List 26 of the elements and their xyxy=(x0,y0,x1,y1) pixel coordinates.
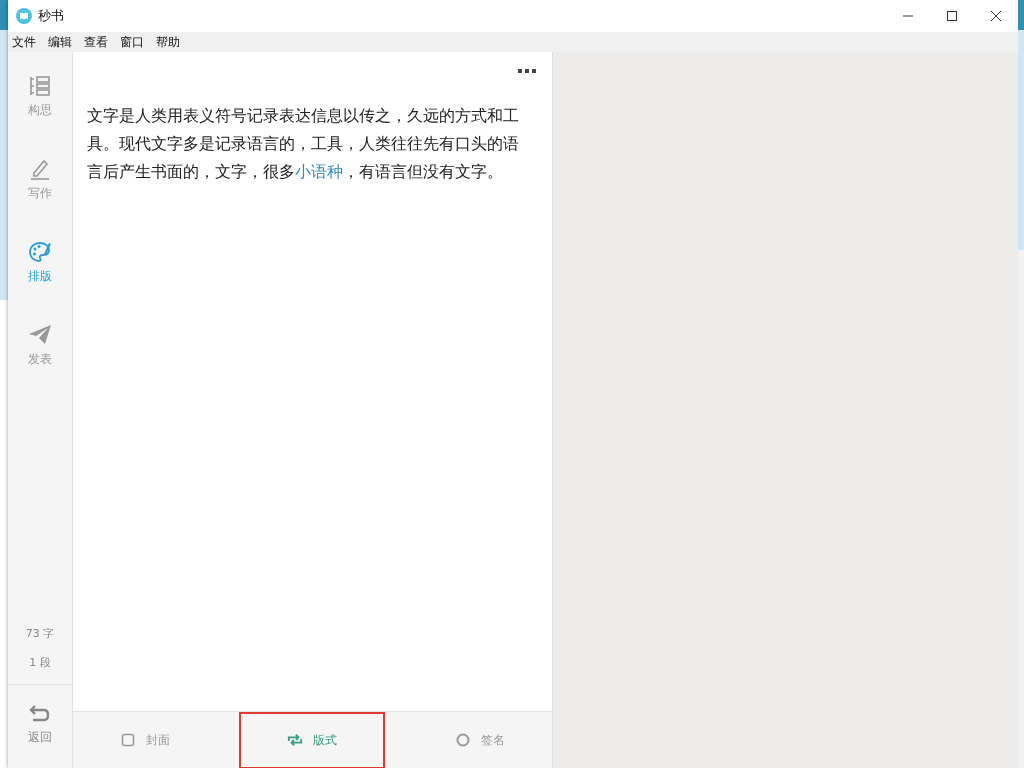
menu-item[interactable]: 帮助 xyxy=(156,33,180,51)
bottom-tab[interactable]: 版式 xyxy=(251,723,374,757)
window-title: 秒书 xyxy=(38,7,64,25)
link[interactable]: 小语种 xyxy=(295,162,343,181)
menu-item[interactable]: 文件 xyxy=(12,33,36,51)
radio-icon xyxy=(455,733,472,747)
sidebar-item[interactable]: 写作 xyxy=(24,155,56,204)
bottom-tab[interactable]: 封面 xyxy=(107,723,182,757)
pen-icon xyxy=(28,157,52,181)
repeat-icon xyxy=(287,733,304,747)
paragraph: 文字是人类用表义符号记录表达信息以传之，久远的方式和工具。现代文字多是记录语言的，工具，人类往往先有口头的语言后产生书面的，文字，很多小语种，有语言但没有文字。 xyxy=(87,105,520,183)
menu-item[interactable]: 窗口 xyxy=(120,33,144,51)
sidebar-item[interactable]: 构思 xyxy=(24,72,56,121)
outline-icon xyxy=(28,74,52,98)
menu-item[interactable]: 编辑 xyxy=(48,33,72,51)
back-button[interactable]: 返回 xyxy=(24,699,56,748)
more-icon[interactable] xyxy=(518,68,536,74)
stat-count: 73 字 xyxy=(25,626,55,641)
app-logo-icon xyxy=(16,8,32,24)
palette-icon xyxy=(28,240,52,264)
menu-item[interactable]: 查看 xyxy=(84,33,108,51)
bottom-tab[interactable]: 签名 xyxy=(443,723,518,757)
sidebar-item[interactable]: 排版 xyxy=(24,238,56,287)
stat-count: 1 段 xyxy=(29,655,51,670)
checkbox-icon xyxy=(119,733,136,747)
sidebar-item[interactable]: 发表 xyxy=(24,321,56,370)
